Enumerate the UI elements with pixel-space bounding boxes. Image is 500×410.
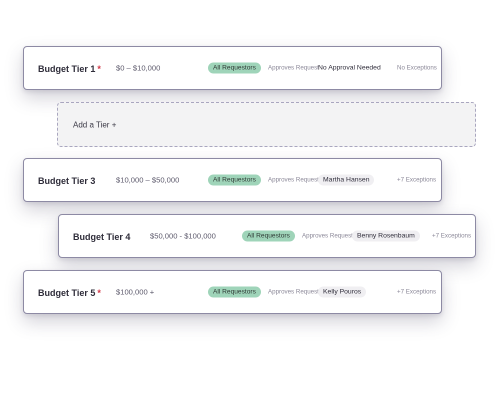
tier-title: Budget Tier 3 xyxy=(38,171,97,189)
approves-request-label: Approves Request xyxy=(268,176,319,184)
exceptions-link[interactable]: +7 Exceptions xyxy=(397,289,436,296)
approver-chip[interactable]: Benny Rosenbaum xyxy=(352,230,420,242)
requestors-pill[interactable]: All Requestors xyxy=(208,286,261,298)
tier-range: $100,000 + xyxy=(116,287,155,297)
exceptions-link[interactable]: +7 Exceptions xyxy=(432,233,471,240)
approves-request-label: Approves Request xyxy=(302,232,353,240)
exceptions-link[interactable]: +7 Exceptions xyxy=(397,177,436,184)
required-marker: * xyxy=(97,64,101,74)
budget-tier-card[interactable]: Budget Tier 5 * $100,000 + All Requestors… xyxy=(23,270,442,314)
tier-range: $0 – $10,000 xyxy=(116,63,161,73)
budget-tier-card[interactable]: Budget Tier 4 $50,000 - $100,000 All Req… xyxy=(58,214,476,258)
tier-range: $10,000 – $50,000 xyxy=(116,175,180,185)
budget-tier-card[interactable]: Budget Tier 1 * $0 – $10,000 All Requesto… xyxy=(23,46,442,90)
requestors-pill[interactable]: All Requestors xyxy=(208,62,261,74)
tier-title: Budget Tier 1 * xyxy=(38,59,101,77)
approver-chip[interactable]: Martha Hansen xyxy=(318,174,375,186)
required-marker: * xyxy=(97,288,101,298)
requestors-pill[interactable]: All Requestors xyxy=(242,230,295,242)
tier-name: Budget Tier 3 xyxy=(38,176,96,186)
approver-value[interactable]: No Approval Needed xyxy=(318,63,381,74)
tier-name: Budget Tier 5 xyxy=(38,288,96,298)
approves-request-label: Approves Request xyxy=(268,288,319,296)
approves-request-label: Approves Request xyxy=(268,64,319,72)
approver-chip[interactable]: Kelly Pouros xyxy=(318,286,367,298)
tier-name: Budget Tier 1 xyxy=(38,64,96,74)
tier-title: Budget Tier 5 * xyxy=(38,283,101,301)
budget-tier-card[interactable]: Budget Tier 3 $10,000 – $50,000 All Requ… xyxy=(23,158,442,202)
tier-name: Budget Tier 4 xyxy=(73,232,131,242)
tier-title: Budget Tier 4 xyxy=(73,227,132,245)
add-tier-button[interactable]: Add a Tier + xyxy=(57,102,476,147)
tier-range: $50,000 - $100,000 xyxy=(150,231,216,241)
add-tier-label: Add a Tier + xyxy=(73,120,117,129)
requestors-pill[interactable]: All Requestors xyxy=(208,174,261,186)
exceptions-link[interactable]: No Exceptions xyxy=(397,65,437,72)
